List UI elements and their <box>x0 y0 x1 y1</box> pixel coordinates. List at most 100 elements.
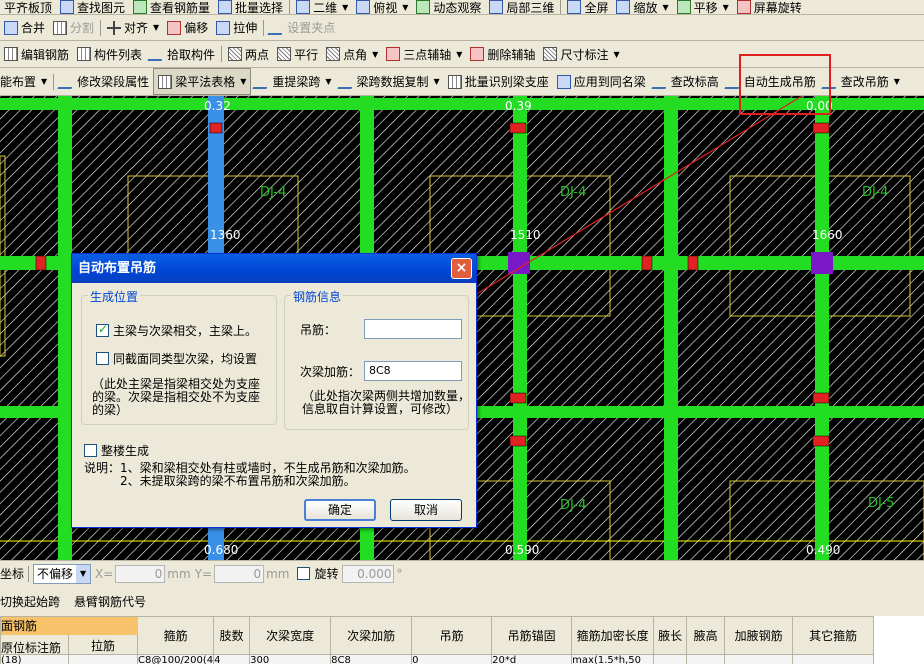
rotate-field: 0.000 ° <box>342 564 402 583</box>
tb1-orbit[interactable]: 动态观察 <box>412 0 485 14</box>
tb3-edit-rebar[interactable]: 编辑钢筋 <box>0 41 73 67</box>
tb3-parallel[interactable]: 平行 <box>273 41 322 67</box>
rotate-input[interactable]: 0.000 <box>342 564 395 583</box>
chevron-down-icon: ▼ <box>325 77 332 86</box>
ok-button[interactable]: 确定 <box>304 499 376 521</box>
cell[interactable] <box>68 654 138 664</box>
tb4-edit-hanger[interactable]: 查改吊筋 ▼ <box>820 68 904 95</box>
tb2-split[interactable]: 分割 <box>49 15 98 40</box>
cell[interactable]: 0 <box>411 654 493 664</box>
hanger-input[interactable] <box>364 319 462 339</box>
cell[interactable] <box>792 654 875 664</box>
table-icon <box>158 74 173 89</box>
position-note: （此处主梁是指梁相交处为支座的梁。次梁是指相交处不为支座的梁） <box>92 377 261 417</box>
tb1-fullscreen[interactable]: 全屏 <box>563 0 612 14</box>
opt-whole-floor[interactable]: 整楼生成 <box>84 442 149 459</box>
tb3-delete-axis[interactable]: 删除辅轴 <box>466 41 539 67</box>
tb4-check-elev[interactable]: 查改标高 <box>650 68 723 95</box>
stretch-icon <box>216 20 231 35</box>
opt-main-sub[interactable]: 主梁与次梁相交，主梁上。 <box>96 322 257 339</box>
footing-label: DJ-4 <box>260 185 286 200</box>
tb1-align-slab-top[interactable]: 平齐板顶 <box>0 0 56 15</box>
chevron-down-icon: ▼ <box>402 2 409 12</box>
cell[interactable]: 20*d <box>491 654 573 664</box>
apply-same-icon <box>556 74 571 89</box>
cell[interactable]: 300 <box>249 654 332 664</box>
tb3-three-point-axis[interactable]: 三点辅轴 ▼ <box>382 41 466 67</box>
tb1-rebar-qty[interactable]: 查看钢筋量 <box>129 0 214 14</box>
cell[interactable] <box>686 654 726 664</box>
opt-whole-floor-checkbox[interactable] <box>84 444 97 457</box>
tb1-batch-select[interactable]: 批量选择 <box>214 0 287 14</box>
opt-whole-floor-label: 整楼生成 <box>101 444 150 458</box>
modify-span-icon <box>57 74 77 89</box>
close-icon[interactable]: × <box>451 258 472 279</box>
cell[interactable]: max(1.5*h,50 <box>571 654 655 664</box>
annotation-highlight-box <box>739 54 831 115</box>
tb3-component-list[interactable]: 构件列表 <box>73 41 146 67</box>
extra-rebar-input[interactable]: 8C8 <box>364 361 462 381</box>
tb1-label: 局部三维 <box>506 0 555 15</box>
chevron-down-icon: ▼ <box>662 2 669 12</box>
switch-start-span[interactable]: 切换起始跨 <box>0 593 60 610</box>
separator <box>289 0 291 14</box>
tb4-batch-support[interactable]: 批量识别梁支座 <box>444 68 553 95</box>
tb3-dimension[interactable]: 尺寸标注 ▼ <box>539 41 623 67</box>
split-icon <box>53 20 68 35</box>
col-header: 箍筋加密长度 <box>571 616 655 655</box>
tb2-offset[interactable]: 偏移 <box>163 15 212 40</box>
top-view-icon <box>356 0 371 14</box>
tb2-merge[interactable]: 合并 <box>0 15 49 40</box>
opt-same-section[interactable]: 同截面同类型次梁，均设置 <box>96 350 257 367</box>
tb2-grip[interactable]: 设置夹点 <box>266 15 339 40</box>
rotate-checkbox[interactable] <box>297 567 311 580</box>
tb1-pan[interactable]: 平移 ▼ <box>673 0 733 14</box>
tb1-topview[interactable]: 俯视 ▼ <box>352 0 412 14</box>
offset-select[interactable]: 不偏移 ▼ <box>33 563 92 584</box>
tb2-label: 偏移 <box>184 21 209 35</box>
coord-bar: 坐标 不偏移 ▼ X= 0 mm Y= 0 mm 旋转 0.000 ° <box>0 560 924 586</box>
tb4-modify-span[interactable]: 修改梁段属性 <box>56 68 153 95</box>
opt-main-sub-checkbox[interactable] <box>96 322 109 337</box>
tb1-label: 二维 <box>313 0 338 15</box>
tb4-beam-table[interactable]: 梁平法表格 ▼ <box>153 68 252 95</box>
tb1-rotate[interactable]: 屏幕旋转 <box>733 0 806 14</box>
cell[interactable]: 8C8 <box>330 654 413 664</box>
dialog-title-bar[interactable]: 自动布置吊筋 × <box>72 254 476 283</box>
col-header: 箍筋 <box>136 616 215 655</box>
tb2-align[interactable]: 对齐 ▼ <box>103 15 163 40</box>
tb2-label: 合并 <box>21 21 46 35</box>
cell[interactable] <box>653 654 688 664</box>
tb4-label: 查改标高 <box>670 75 719 89</box>
tb2-stretch[interactable]: 拉伸 <box>212 15 261 40</box>
span-toolbar: 切换起始跨 悬臂钢筋代号 <box>0 586 924 616</box>
cell[interactable]: 4 <box>213 654 251 664</box>
tab-face-rebar[interactable]: 面钢筋 <box>1 617 138 635</box>
col-header: 肢数 <box>213 616 251 655</box>
cantilever-code[interactable]: 悬臂钢筋代号 <box>74 593 146 610</box>
tb1-local3d[interactable]: 局部三维 <box>485 0 558 14</box>
y-input[interactable]: 0 <box>214 564 265 583</box>
tb1-2d[interactable]: 二维 ▼ <box>292 0 352 14</box>
tb1-find[interactable]: 查找图元 <box>56 0 129 14</box>
tb3-point-angle[interactable]: 点角 ▼ <box>322 41 382 67</box>
tb3-label: 构件列表 <box>94 47 143 62</box>
tb4-reextract-span[interactable]: 重提梁跨 ▼ <box>251 68 335 95</box>
tb3-two-points[interactable]: 两点 <box>224 41 273 67</box>
x-input[interactable]: 0 <box>115 564 166 583</box>
opt-same-section-checkbox[interactable] <box>96 352 109 365</box>
tb1-zoom[interactable]: 缩放 ▼ <box>612 0 672 14</box>
tb4-apply-same[interactable]: 应用到同名梁 <box>553 68 650 95</box>
chevron-down-icon[interactable]: ▼ <box>76 564 91 583</box>
tb3-pick[interactable]: 拾取构件 <box>146 41 219 67</box>
tb4-label: 重提梁跨 <box>272 75 321 89</box>
table-row[interactable]: (18) C8@100/200(4 4 300 8C8 0 20*d max(1… <box>0 654 875 664</box>
cancel-button[interactable]: 取消 <box>390 499 462 521</box>
cell[interactable]: C8@100/200(4 <box>136 654 215 664</box>
reextract-icon <box>252 74 272 89</box>
col-header: 腋长 <box>653 616 688 655</box>
tb4-span-copy[interactable]: 梁跨数据复制 ▼ <box>336 68 444 95</box>
tb4-smart-layout[interactable]: 能布置 ▼ <box>0 68 51 95</box>
tb2-label: 对齐 <box>124 21 149 35</box>
cell[interactable] <box>724 654 794 664</box>
